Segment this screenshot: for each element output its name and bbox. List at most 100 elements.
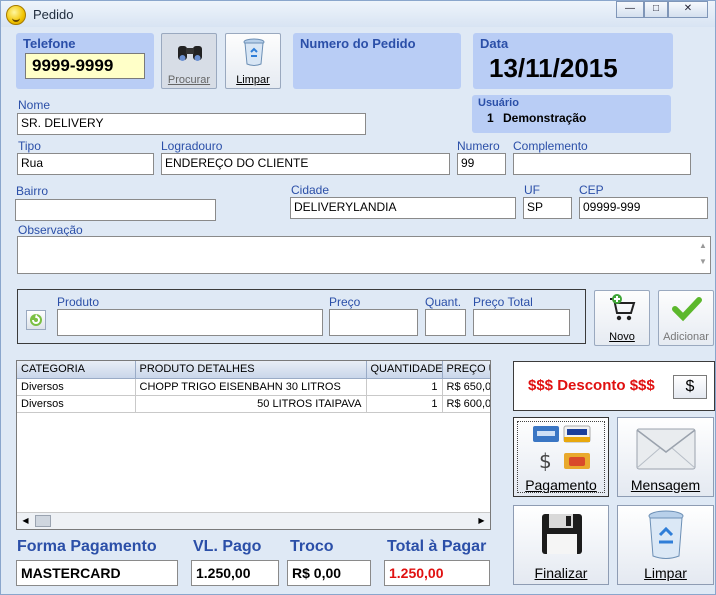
quant-label: Quant. <box>425 295 462 309</box>
recycle-bin-icon <box>648 510 684 559</box>
produto-label: Produto <box>57 295 100 309</box>
cell-categoria: Diversos <box>17 395 136 413</box>
usuario-name: Demonstração <box>503 111 587 125</box>
column-header[interactable]: CATEGORIA <box>17 361 136 379</box>
table-row[interactable]: Diversos CHOPP TRIGO EISENBAHN 30 LITROS… <box>17 378 490 396</box>
complemento-input[interactable] <box>513 153 691 175</box>
table-row[interactable]: Diversos 50 LITROS ITAIPAVA 1 R$ 600,0 <box>17 395 490 413</box>
smiley-app-icon <box>6 5 26 25</box>
procurar-button[interactable]: Procurar <box>161 33 217 89</box>
horizontal-scrollbar[interactable]: ◀ ▶ <box>17 512 490 529</box>
novo-button[interactable]: Novo <box>594 290 650 346</box>
usuario-id: 1 <box>487 111 494 125</box>
forma-pagamento-field[interactable]: MASTERCARD <box>16 560 178 586</box>
produto-input[interactable] <box>57 309 323 336</box>
cell-preco: R$ 650,0 <box>442 378 490 396</box>
pagamento-label: Pagamento <box>525 477 597 493</box>
binoculars-icon <box>178 46 202 61</box>
preco-input[interactable] <box>329 309 418 336</box>
envelope-icon <box>636 428 696 470</box>
floppy-disk-icon <box>542 514 582 554</box>
preco-label: Preço <box>329 295 361 309</box>
title-bar: Pedido — □ ✕ <box>1 1 715 27</box>
numero-pedido-panel: Numero do Pedido <box>293 33 461 89</box>
cart-add-icon <box>610 294 636 321</box>
troco-label: Troco <box>290 538 334 555</box>
scroll-right-icon[interactable]: ▶ <box>474 514 489 528</box>
desconto-button[interactable]: $ <box>673 375 707 399</box>
telefone-label: Telefone <box>23 36 76 51</box>
cell-preco: R$ 600,0 <box>442 395 490 413</box>
desconto-label: $$$ Desconto $$$ <box>528 377 655 394</box>
mensagem-button[interactable]: Mensagem <box>617 417 714 497</box>
limpar-top-button[interactable]: Limpar <box>225 33 281 89</box>
finalizar-label: Finalizar <box>534 565 588 581</box>
cell-categoria: Diversos <box>17 378 136 396</box>
quant-input[interactable] <box>425 309 466 336</box>
cep-input[interactable]: 09999-999 <box>579 197 708 219</box>
observacao-textarea[interactable] <box>17 236 711 274</box>
novo-label: Novo <box>609 331 635 343</box>
bairro-label: Bairro <box>16 184 49 198</box>
pagamento-button[interactable]: $ Pagamento <box>513 417 609 497</box>
numero-pedido-label: Numero do Pedido <box>300 36 416 51</box>
maximize-icon[interactable]: □ <box>644 1 668 18</box>
data-label: Data <box>480 36 509 51</box>
produto-group: Produto Preço Quant. Preço Total <box>17 289 586 344</box>
telefone-input[interactable]: 9999-9999 <box>25 53 145 79</box>
data-panel: Data 13/11/2015 <box>473 33 673 89</box>
cidade-input[interactable]: DELIVERYLANDIA <box>290 197 516 219</box>
scroll-left-icon[interactable]: ◀ <box>18 514 33 528</box>
vl-pago-field[interactable]: 1.250,00 <box>191 560 279 586</box>
adicionar-button[interactable]: Adicionar <box>658 290 714 346</box>
cidade-label: Cidade <box>291 183 330 197</box>
finalizar-button[interactable]: Finalizar <box>513 505 609 585</box>
adicionar-label: Adicionar <box>663 331 709 343</box>
refresh-icon <box>30 314 42 326</box>
nome-label: Nome <box>18 98 51 112</box>
scroll-thumb[interactable] <box>35 515 51 527</box>
total-pagar-label: Total à Pagar <box>387 538 487 555</box>
total-pagar-field: 1.250,00 <box>384 560 490 586</box>
column-header[interactable]: PRODUTO DETALHES <box>135 361 367 379</box>
trash-icon <box>243 38 265 66</box>
preco-total-input[interactable] <box>473 309 570 336</box>
mensagem-label: Mensagem <box>630 477 701 493</box>
vl-pago-label: VL. Pago <box>193 538 262 555</box>
forma-pagamento-label: Forma Pagamento <box>17 538 157 555</box>
refresh-button[interactable] <box>26 310 46 330</box>
logradouro-label: Logradouro <box>161 139 223 153</box>
observacao-scrollbar[interactable]: ▲ ▼ <box>697 238 709 272</box>
data-value: 13/11/2015 <box>489 53 618 83</box>
preco-total-label: Preço Total <box>473 295 533 309</box>
cell-produto: CHOPP TRIGO EISENBAHN 30 LITROS <box>135 378 367 396</box>
window-title: Pedido <box>33 7 74 22</box>
procurar-label: Procurar <box>167 74 211 86</box>
usuario-panel: Usuário 1 Demonstração <box>472 95 671 133</box>
column-header[interactable]: PREÇO U <box>442 361 490 379</box>
logradouro-input[interactable]: ENDEREÇO DO CLIENTE <box>161 153 450 175</box>
troco-field: R$ 0,00 <box>287 560 371 586</box>
products-table: CATEGORIA PRODUTO DETALHES QUANTIDADE PR… <box>17 361 490 413</box>
telefone-panel: Telefone 9999-9999 <box>16 33 154 89</box>
payment-cards-icon: $ <box>533 425 591 473</box>
numero-input[interactable]: 99 <box>457 153 506 175</box>
tipo-input[interactable]: Rua <box>17 153 154 175</box>
cell-quantidade: 1 <box>366 378 443 396</box>
limpar-bottom-label: Limpar <box>644 565 687 581</box>
products-grid[interactable]: CATEGORIA PRODUTO DETALHES QUANTIDADE PR… <box>16 360 491 530</box>
uf-input[interactable]: SP <box>523 197 572 219</box>
svg-text:$: $ <box>539 449 552 473</box>
numero-label: Numero <box>457 139 500 153</box>
checkmark-icon <box>672 297 702 322</box>
complemento-label: Complemento <box>513 139 588 153</box>
tipo-label: Tipo <box>18 139 41 153</box>
column-header[interactable]: QUANTIDADE <box>366 361 443 379</box>
close-icon[interactable]: ✕ <box>668 1 708 18</box>
limpar-top-label: Limpar <box>236 74 270 86</box>
bairro-input[interactable] <box>15 199 216 221</box>
minimize-icon[interactable]: — <box>616 1 644 18</box>
limpar-bottom-button[interactable]: Limpar <box>617 505 714 585</box>
grid-header-row: CATEGORIA PRODUTO DETALHES QUANTIDADE PR… <box>17 361 490 379</box>
nome-input[interactable]: SR. DELIVERY <box>17 113 366 135</box>
